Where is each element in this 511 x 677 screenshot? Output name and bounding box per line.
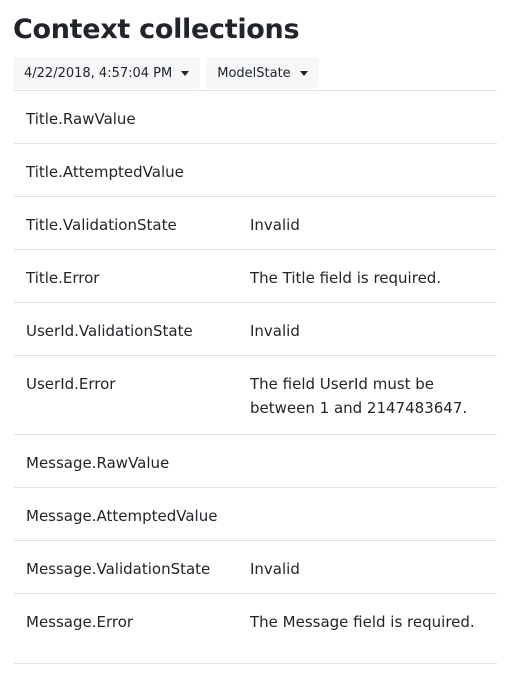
row-value — [238, 435, 497, 488]
table-row: Title.RawValue — [14, 90, 497, 144]
row-key: Message.AttemptedValue — [26, 507, 218, 525]
table-row: Title.Error The Title field is required. — [14, 249, 497, 303]
row-value: The field UserId must be between 1 and 2… — [250, 375, 468, 417]
table-row: UserId.ValidationState Invalid — [14, 302, 497, 356]
row-key: Title.RawValue — [26, 110, 136, 128]
page-title: Context collections — [13, 14, 300, 45]
row-value — [238, 91, 497, 144]
row-value — [238, 144, 497, 197]
row-value: Invalid — [250, 216, 300, 234]
table-row: Message.Error The Message field is requi… — [14, 593, 497, 664]
row-value: The Title field is required. — [250, 269, 442, 287]
row-key: Message.ValidationState — [26, 560, 211, 578]
table-row: Message.RawValue — [14, 434, 497, 488]
table-row: Message.AttemptedValue — [14, 487, 497, 541]
chevron-down-icon — [181, 70, 190, 76]
row-key: UserId.Error — [26, 375, 116, 393]
row-value: The Message field is required. — [250, 613, 475, 631]
table-row: UserId.Error The field UserId must be be… — [14, 355, 497, 435]
timestamp-dropdown[interactable]: 4/22/2018, 4:57:04 PM — [13, 57, 201, 89]
context-table: Title.RawValue Title.AttemptedValue Titl… — [14, 90, 497, 664]
row-value — [238, 488, 497, 541]
row-key: Title.Error — [26, 269, 100, 287]
row-key: Message.RawValue — [26, 454, 170, 472]
row-value: Invalid — [250, 560, 300, 578]
chevron-down-icon — [299, 70, 308, 76]
table-row: Title.AttemptedValue — [14, 143, 497, 197]
row-key: Message.Error — [26, 613, 134, 631]
row-value: Invalid — [250, 322, 300, 340]
timestamp-dropdown-label: 4/22/2018, 4:57:04 PM — [24, 65, 173, 81]
toolbar: 4/22/2018, 4:57:04 PM ModelState — [13, 57, 319, 89]
row-key: Title.AttemptedValue — [26, 163, 184, 181]
collection-dropdown[interactable]: ModelState — [206, 57, 319, 89]
collection-dropdown-label: ModelState — [217, 65, 291, 81]
table-row: Message.ValidationState Invalid — [14, 540, 497, 594]
row-key: Title.ValidationState — [26, 216, 177, 234]
table-row: Title.ValidationState Invalid — [14, 196, 497, 250]
row-key: UserId.ValidationState — [26, 322, 193, 340]
